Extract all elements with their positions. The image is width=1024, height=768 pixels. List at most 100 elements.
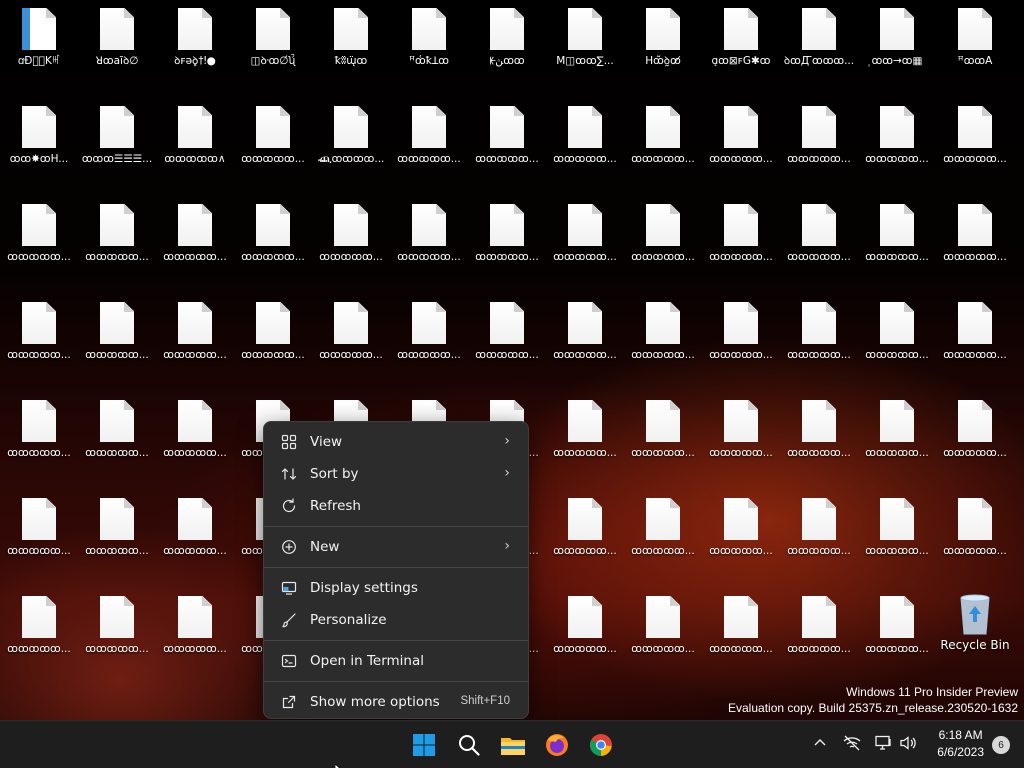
menu-item-new[interactable]: New ›: [268, 531, 524, 563]
desktop-file-icon[interactable]: ꝏꝏꝏꝏꝏ...: [158, 588, 232, 680]
desktop-file-icon[interactable]: ꝏꝏ✸ꝏH...: [2, 98, 76, 190]
desktop-file-icon[interactable]: ꝏꝏꝏꝏꝏ...: [704, 196, 778, 288]
monitor-network-icon[interactable]: [875, 735, 893, 755]
desktop-file-icon[interactable]: ̩ꝏꝏ→ꝏ▦: [860, 0, 934, 92]
desktop-file-icon[interactable]: ꝏꝏꝏꝏꝏ...: [860, 392, 934, 484]
desktop-file-icon[interactable]: ꝏꝏꝏꝏꝏ...: [626, 392, 700, 484]
desktop-file-icon[interactable]: ꝏꝏꝏꝏꝏ...: [392, 98, 466, 190]
desktop-file-icon[interactable]: ꡡڽꝏꝏ: [470, 0, 544, 92]
desktop-file-icon[interactable]: ꝏꝏꝏꝏꝏ...: [392, 294, 466, 386]
desktop-file-icon[interactable]: ⶺꝏꝏꝏꝏ...: [314, 98, 388, 190]
desktop-file-icon[interactable]: ꝏꝏꝏꝏꝏ...: [782, 392, 856, 484]
search-button[interactable]: [453, 729, 485, 761]
desktop-file-icon[interactable]: ꟸꝏꝏA: [938, 0, 1012, 92]
desktop-file-icon[interactable]: ꝏꝏꝏꝏꝏ...: [704, 294, 778, 386]
desktop-file-icon[interactable]: ꝏꝏꝏꝏꝏ...: [782, 98, 856, 190]
desktop-file-icon[interactable]: ꝏꝏꝏꝏꝏ...: [2, 196, 76, 288]
desktop-file-icon[interactable]: ꝺꝏꙢꝏꝏꝏ...: [782, 0, 856, 92]
desktop-file-icon[interactable]: ꝏꝏꝏꝏꝏ...: [2, 588, 76, 680]
desktop-file-icon[interactable]: ꝏꝏꝏ☰☰☰...: [80, 98, 154, 190]
start-button[interactable]: [408, 729, 440, 761]
desktop-file-icon[interactable]: ꝏꝏꝏꝏꝏ...: [80, 196, 154, 288]
desktop-file-icon[interactable]: ꝏꝏꝏꝏꝏ...: [860, 588, 934, 680]
desktop-file-icon[interactable]: ꝏꝏꝏꝏꝏ...: [938, 490, 1012, 582]
recycle-bin[interactable]: Recycle Bin: [938, 588, 1012, 680]
desktop-file-icon[interactable]: ꝏꝏꝏꝏꝏ...: [158, 196, 232, 288]
firefox-button[interactable]: [541, 729, 573, 761]
blank-document-icon: [568, 596, 602, 638]
desktop-file-icon[interactable]: ꝏꝏꝏꝏꝏ...: [236, 294, 310, 386]
menu-item-show-more-options[interactable]: Show more options Shift+F10: [268, 686, 524, 718]
desktop-file-icon[interactable]: ꝏꝏꝏꝏꝏ...: [782, 294, 856, 386]
desktop-file-icon[interactable]: ꝏꝏꝏꝏꝏ...: [626, 196, 700, 288]
desktop-file-icon[interactable]: ꝏꝏꝏꝏꝏ...: [548, 294, 622, 386]
clock[interactable]: 6:18 AM 6/6/2023: [937, 727, 984, 761]
desktop-file-icon[interactable]: ꝏꝏꝏꝏꝏ...: [236, 196, 310, 288]
desktop-file-icon[interactable]: ꝏꝏꝏꝏꝏ...: [782, 196, 856, 288]
desktop-file-icon[interactable]: ꝏꝏꝏꝏꝏ...: [314, 196, 388, 288]
desktop-file-icon[interactable]: ꝏꝏꝏꝏꝏ...: [80, 294, 154, 386]
desktop-file-icon[interactable]: ꝏꝏꝏꝏꝏ...: [2, 490, 76, 582]
desktop-file-icon[interactable]: ◫ꝺ᠊ꝏ∅́ʯ́̆: [236, 0, 310, 92]
file-explorer-button[interactable]: [497, 729, 529, 761]
desktop-file-label: ꝏꝏꝏꝏꝏ...: [787, 349, 851, 361]
desktop-file-icon[interactable]: ꝏꝏꝏꝏꝏ...: [2, 392, 76, 484]
desktop-file-icon[interactable]: M◫ꝏꝏ∑...: [548, 0, 622, 92]
desktop-file-icon[interactable]: ꟸꝏ͑ꝁꓕꝏ⁠: [392, 0, 466, 92]
desktop-file-icon[interactable]: ꝏꝏꝏꝏꝏ∧: [158, 98, 232, 190]
desktop-file-icon[interactable]: ꝏꝏꝏꝏꝏ...: [938, 392, 1012, 484]
desktop-file-icon[interactable]: ꝏꝏꝏꝏꝏ...: [860, 490, 934, 582]
desktop-file-icon[interactable]: ꝏꝏꝏꝏꝏ...: [860, 98, 934, 190]
desktop-file-icon[interactable]: ꝏꝏꝏꝏꝏ...: [470, 98, 544, 190]
desktop-file-icon[interactable]: ɑ̨ꝏ⊠ꜰG✱ꝏ: [704, 0, 778, 92]
desktop-file-icon[interactable]: ꝏꝏꝏꝏꝏ...: [548, 490, 622, 582]
desktop-file-icon[interactable]: ꝏꝏꝏꝏꝏ...: [80, 490, 154, 582]
desktop-file-icon[interactable]: ꝏꝏꝏꝏꝏ...: [80, 392, 154, 484]
desktop-file-icon[interactable]: ꝏꝏꝏꝏꝏ...: [704, 588, 778, 680]
desktop-file-icon[interactable]: ꝏꝏꝏꝏꝏ...: [314, 294, 388, 386]
desktop-file-icon[interactable]: ꝏꝏꝏꝏꝏ...: [548, 196, 622, 288]
desktop-file-icon[interactable]: ꝏꝏꝏꝏꝏ...: [470, 294, 544, 386]
menu-item-personalize[interactable]: Personalize: [268, 604, 524, 636]
desktop-file-icon[interactable]: ꝏꝏꝏꝏꝏ...: [938, 196, 1012, 288]
desktop-file-icon[interactable]: ꝏꝏꝏꝏꝏ...: [236, 98, 310, 190]
desktop-file-icon[interactable]: ꝏꝏꝏꝏꝏ...: [626, 98, 700, 190]
menu-item-refresh[interactable]: Refresh: [268, 490, 524, 522]
desktop-file-icon[interactable]: Hꝏ̃ꝺ̰ꝏ̸: [626, 0, 700, 92]
desktop-file-icon[interactable]: ꝏꝏꝏꝏꝏ...: [704, 392, 778, 484]
desktop-file-icon[interactable]: ꝏꝏꝏꝏꝏ...: [626, 588, 700, 680]
menu-item-display-settings[interactable]: Display settings: [268, 572, 524, 604]
desktop-file-icon[interactable]: ꝏꝏꝏꝏꝏ...: [158, 490, 232, 582]
desktop-file-icon[interactable]: ꝏꝏꝏꝏꝏ...: [470, 196, 544, 288]
desktop-file-icon[interactable]: ꝏꝏꝏꝏꝏ...: [626, 490, 700, 582]
volume-icon[interactable]: [899, 735, 917, 755]
menu-item-open-in-terminal[interactable]: Open in Terminal: [268, 645, 524, 677]
desktop-file-icon[interactable]: ꝏꝏꝏꝏꝏ...: [860, 294, 934, 386]
desktop-file-icon[interactable]: ꝏꝏꝏꝏꝏ...: [860, 196, 934, 288]
desktop-file-icon[interactable]: ꭤĐꁒ⃯Kꎭ: [2, 0, 76, 92]
desktop-file-icon[interactable]: ꝏꝏꝏꝏꝏ...: [548, 98, 622, 190]
desktop-file-icon[interactable]: ꝺꜰəꝺ̥†ǃ●: [158, 0, 232, 92]
desktop-file-icon[interactable]: ꝏꝏꝏꝏꝏ...: [158, 294, 232, 386]
desktop-file-icon[interactable]: ꝏꝏꝏꝏꝏ...: [158, 392, 232, 484]
desktop-file-icon[interactable]: ꝏꝏꝏꝏꝏ...: [938, 98, 1012, 190]
desktop-file-icon[interactable]: ꝏꝏꝏꝏꝏ...: [548, 392, 622, 484]
show-hidden-icons-chevron-up-icon[interactable]: [813, 735, 827, 753]
desktop-file-icon[interactable]: ꝏꝏꝏꝏꝏ...: [704, 98, 778, 190]
desktop-file-icon[interactable]: ꓤꝏaĩꝺ∅: [80, 0, 154, 92]
desktop-file-icon[interactable]: ꝏꝏꝏꝏꝏ...: [782, 588, 856, 680]
desktop-file-icon[interactable]: ꝏꝏꝏꝏꝏ...: [80, 588, 154, 680]
desktop-file-icon[interactable]: ꝏꝏꝏꝏꝏ...: [2, 294, 76, 386]
desktop-file-icon[interactable]: ꝏꝏꝏꝏꝏ...: [782, 490, 856, 582]
desktop-file-icon[interactable]: ꝏꝏꝏꝏꝏ...: [548, 588, 622, 680]
desktop-file-icon[interactable]: ꝏꝏꝏꝏꝏ...: [392, 196, 466, 288]
desktop-file-icon[interactable]: ꝏꝏꝏꝏꝏ...: [626, 294, 700, 386]
desktop-file-icon[interactable]: ꝏꝏꝏꝏꝏ...: [704, 490, 778, 582]
desktop-file-icon[interactable]: ꝏꝏꝏꝏꝏ...: [938, 294, 1012, 386]
notification-badge[interactable]: 6: [992, 736, 1010, 754]
chrome-button[interactable]: [585, 729, 617, 761]
menu-item-view[interactable]: View ›: [268, 426, 524, 458]
menu-item-sort-by[interactable]: Sort by ›: [268, 458, 524, 490]
network-disconnected-icon[interactable]: [843, 735, 861, 755]
desktop-file-icon[interactable]: ꝁʬ̈ɯ̨̈ꝏ: [314, 0, 388, 92]
